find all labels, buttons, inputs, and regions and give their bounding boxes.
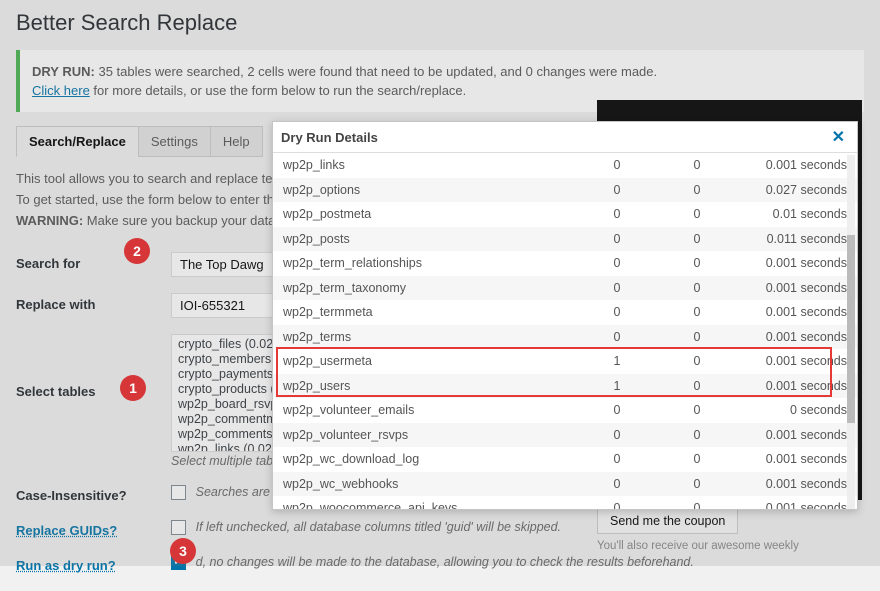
table-row: wp2p_volunteer_emails000 seconds	[273, 398, 857, 423]
row-found-count: 0	[577, 452, 657, 466]
row-table-name: wp2p_users	[283, 379, 577, 393]
row-found-count: 0	[577, 256, 657, 270]
row-found-count: 0	[577, 403, 657, 417]
row-found-count: 0	[577, 207, 657, 221]
row-found-count: 0	[577, 477, 657, 491]
row-found-count: 0	[577, 330, 657, 344]
dry-run-details-modal: Dry Run Details ✕ wp2p_links000.001 seco…	[272, 121, 858, 510]
row-time: 0.001 seconds	[737, 477, 847, 491]
table-row: wp2p_woocommerce_api_keys000.001 seconds	[273, 496, 857, 509]
row-updated-count: 0	[657, 232, 737, 246]
row-table-name: wp2p_links	[283, 158, 577, 172]
row-time: 0.001 seconds	[737, 379, 847, 393]
table-row: wp2p_users100.001 seconds	[273, 374, 857, 399]
row-time: 0.001 seconds	[737, 452, 847, 466]
row-updated-count: 0	[657, 501, 737, 509]
row-found-count: 0	[577, 305, 657, 319]
table-row: wp2p_usermeta100.001 seconds	[273, 349, 857, 374]
table-row: wp2p_terms000.001 seconds	[273, 325, 857, 350]
annotation-badge-2: 2	[124, 238, 150, 264]
row-time: 0.01 seconds	[737, 207, 847, 221]
row-updated-count: 0	[657, 330, 737, 344]
row-table-name: wp2p_wc_download_log	[283, 452, 577, 466]
row-table-name: wp2p_term_taxonomy	[283, 281, 577, 295]
table-row: wp2p_postmeta000.01 seconds	[273, 202, 857, 227]
row-table-name: wp2p_woocommerce_api_keys	[283, 501, 577, 509]
table-row: wp2p_volunteer_rsvps000.001 seconds	[273, 423, 857, 448]
row-table-name: wp2p_postmeta	[283, 207, 577, 221]
row-time: 0.027 seconds	[737, 183, 847, 197]
row-updated-count: 0	[657, 158, 737, 172]
row-found-count: 0	[577, 232, 657, 246]
row-table-name: wp2p_terms	[283, 330, 577, 344]
annotation-badge-1: 1	[120, 375, 146, 401]
row-time: 0.001 seconds	[737, 305, 847, 319]
row-found-count: 0	[577, 158, 657, 172]
row-updated-count: 0	[657, 354, 737, 368]
row-time: 0.011 seconds	[737, 232, 847, 246]
row-updated-count: 0	[657, 428, 737, 442]
row-time: 0.001 seconds	[737, 256, 847, 270]
table-row: wp2p_termmeta000.001 seconds	[273, 300, 857, 325]
row-table-name: wp2p_usermeta	[283, 354, 577, 368]
row-updated-count: 0	[657, 452, 737, 466]
table-row: wp2p_links000.001 seconds	[273, 153, 857, 178]
row-table-name: wp2p_posts	[283, 232, 577, 246]
row-found-count: 1	[577, 354, 657, 368]
row-time: 0.001 seconds	[737, 501, 847, 509]
row-found-count: 0	[577, 281, 657, 295]
row-updated-count: 0	[657, 207, 737, 221]
row-updated-count: 0	[657, 256, 737, 270]
row-table-name: wp2p_wc_webhooks	[283, 477, 577, 491]
row-found-count: 1	[577, 379, 657, 393]
row-found-count: 0	[577, 428, 657, 442]
row-time: 0.001 seconds	[737, 354, 847, 368]
row-updated-count: 0	[657, 305, 737, 319]
row-time: 0.001 seconds	[737, 281, 847, 295]
row-updated-count: 0	[657, 183, 737, 197]
row-updated-count: 0	[657, 379, 737, 393]
table-row: wp2p_wc_webhooks000.001 seconds	[273, 472, 857, 497]
modal-title: Dry Run Details	[281, 130, 378, 145]
row-time: 0 seconds	[737, 403, 847, 417]
annotation-badge-3: 3	[170, 538, 196, 564]
row-table-name: wp2p_options	[283, 183, 577, 197]
row-table-name: wp2p_term_relationships	[283, 256, 577, 270]
table-row: wp2p_posts000.011 seconds	[273, 227, 857, 252]
row-table-name: wp2p_volunteer_rsvps	[283, 428, 577, 442]
row-time: 0.001 seconds	[737, 330, 847, 344]
row-found-count: 0	[577, 183, 657, 197]
row-table-name: wp2p_termmeta	[283, 305, 577, 319]
table-row: wp2p_term_relationships000.001 seconds	[273, 251, 857, 276]
row-time: 0.001 seconds	[737, 428, 847, 442]
row-table-name: wp2p_volunteer_emails	[283, 403, 577, 417]
table-row: wp2p_wc_download_log000.001 seconds	[273, 447, 857, 472]
modal-scrollbar-thumb[interactable]	[847, 235, 855, 423]
modal-close-icon[interactable]: ✕	[828, 127, 849, 147]
row-time: 0.001 seconds	[737, 158, 847, 172]
table-row: wp2p_term_taxonomy000.001 seconds	[273, 276, 857, 301]
row-updated-count: 0	[657, 403, 737, 417]
row-found-count: 0	[577, 501, 657, 509]
row-updated-count: 0	[657, 281, 737, 295]
table-row: wp2p_options000.027 seconds	[273, 178, 857, 203]
row-updated-count: 0	[657, 477, 737, 491]
